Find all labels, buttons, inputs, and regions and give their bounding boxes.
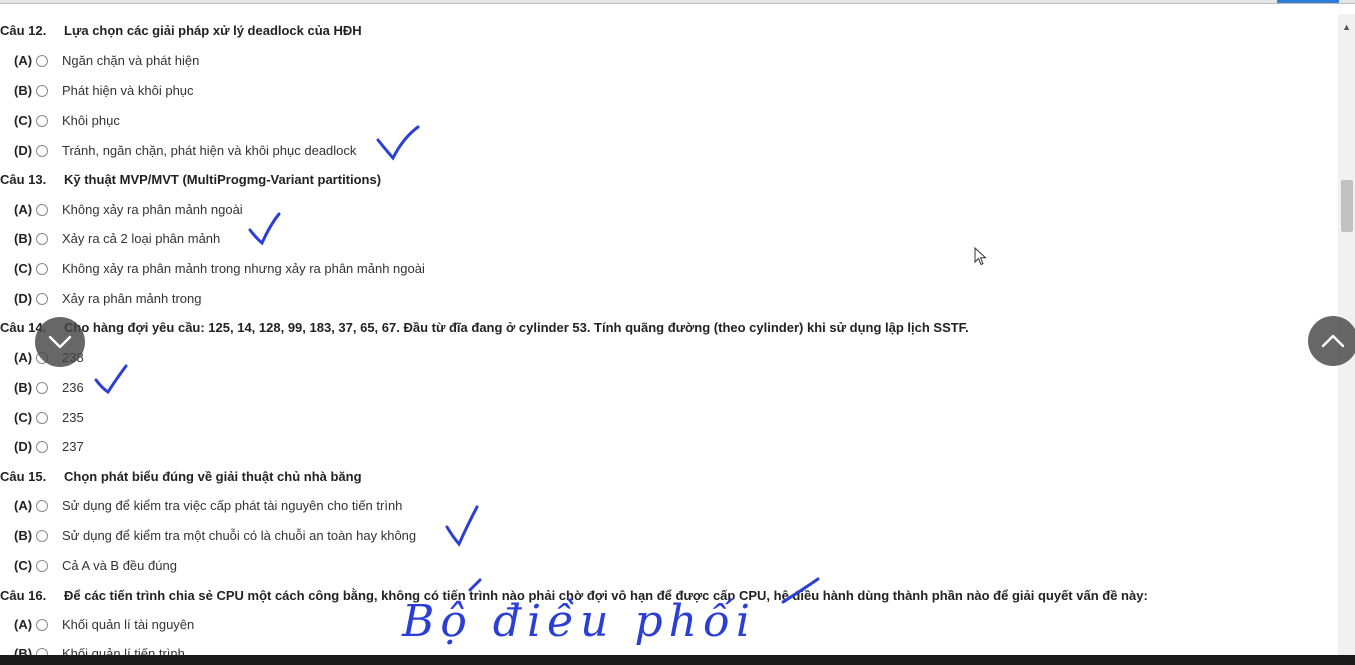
chevron-up-icon <box>1321 334 1345 348</box>
question-number: Câu 15. <box>0 469 47 484</box>
question-16-option-a[interactable]: (A) Khối quản lí tài nguyên <box>14 617 194 632</box>
option-text: Xảy ra phân mảnh trong <box>62 291 202 306</box>
checkmark-q13 <box>248 212 281 246</box>
scroll-down-button[interactable] <box>35 317 85 367</box>
question-13-option-c[interactable]: (C) Không xảy ra phân mảnh trong nhưng xả… <box>14 261 425 276</box>
checkmark-q15 <box>445 505 479 547</box>
option-text: Sử dụng để kiểm tra việc cấp phát tài ng… <box>62 498 403 513</box>
option-radio[interactable] <box>36 84 48 97</box>
handwritten-answer: Bộ điều phối <box>402 596 756 647</box>
option-radio[interactable] <box>36 144 48 157</box>
scroll-up-button[interactable] <box>1308 316 1355 366</box>
question-15-option-b[interactable]: (B) Sử dụng để kiểm tra một chuỗi có là c… <box>14 528 416 543</box>
option-radio[interactable] <box>36 381 48 394</box>
option-letter: (A) <box>14 350 33 365</box>
question-12-option-c[interactable]: (C) Khôi phục <box>14 113 120 128</box>
option-radio[interactable] <box>36 203 48 216</box>
question-text: Lựa chọn các giải pháp xử lý deadlock củ… <box>64 23 362 38</box>
scrollbar-thumb[interactable] <box>1341 180 1353 232</box>
option-radio[interactable] <box>36 411 48 424</box>
chevron-down-icon <box>48 335 72 349</box>
option-text: Cả A và B đều đúng <box>62 558 177 573</box>
question-13-option-a[interactable]: (A) Không xảy ra phân mảnh ngoài <box>14 202 243 217</box>
option-letter: (C) <box>14 410 33 425</box>
question-14-option-d[interactable]: (D) 237 <box>14 439 84 454</box>
option-letter: (B) <box>14 380 33 395</box>
option-text: 235 <box>62 410 84 425</box>
question-15-option-c[interactable]: (C) Cả A và B đều đúng <box>14 558 177 573</box>
option-radio[interactable] <box>36 262 48 275</box>
option-letter: (D) <box>14 291 33 306</box>
checkmark-q12 <box>376 125 420 161</box>
scroll-up-arrow-icon[interactable]: ▲ <box>1342 22 1351 32</box>
question-text: Chọn phát biểu đúng về giải thuật chủ nh… <box>64 469 362 484</box>
question-number: Câu 13. <box>0 172 47 187</box>
question-12-option-d[interactable]: (D) Tránh, ngăn chặn, phát hiện và khôi p… <box>14 143 356 158</box>
question-number: Câu 12. <box>0 23 47 38</box>
option-letter: (A) <box>14 617 33 632</box>
mouse-cursor-icon <box>974 247 987 266</box>
option-text: Khối quản lí tài nguyên <box>62 617 195 632</box>
option-text: 237 <box>62 439 84 454</box>
option-text: Không xảy ra phân mảnh ngoài <box>62 202 243 217</box>
option-text: 236 <box>62 380 84 395</box>
option-letter: (A) <box>14 498 33 513</box>
option-letter: (A) <box>14 202 33 217</box>
quiz-page: Câu 12. Lựa chọn các giải pháp xử lý dead… <box>0 0 1355 665</box>
question-14-title: Câu 14. Cho hàng đợi yêu cầu: 125, 14, 12… <box>0 320 969 335</box>
question-12-option-b[interactable]: (B) Phát hiện và khôi phục <box>14 83 194 98</box>
question-13-title: Câu 13. Kỹ thuật MVP/MVT (MultiProgmg-Var… <box>0 172 381 187</box>
option-radio[interactable] <box>36 559 48 572</box>
top-toolbar-button[interactable] <box>1277 0 1339 3</box>
option-letter: (B) <box>14 528 33 543</box>
option-radio[interactable] <box>36 114 48 127</box>
option-letter: (C) <box>14 113 33 128</box>
option-letter: (A) <box>14 53 33 68</box>
question-number: Câu 16. <box>0 588 47 603</box>
option-text: Sử dụng để kiểm tra một chuỗi có là chuỗ… <box>62 528 417 543</box>
option-letter: (D) <box>14 143 33 158</box>
question-text: Kỹ thuật MVP/MVT (MultiProgmg-Variant pa… <box>64 172 382 187</box>
question-14-option-c[interactable]: (C) 235 <box>14 410 84 425</box>
option-letter: (D) <box>14 439 33 454</box>
option-radio[interactable] <box>36 529 48 542</box>
option-radio[interactable] <box>36 440 48 453</box>
question-13-option-d[interactable]: (D) Xảy ra phân mảnh trong <box>14 291 201 306</box>
option-radio[interactable] <box>36 54 48 67</box>
question-13-option-b[interactable]: (B) Xảy ra cả 2 loại phân mảnh <box>14 231 220 246</box>
checkmark-q14 <box>94 364 128 395</box>
question-15-option-a[interactable]: (A) Sử dụng để kiểm tra việc cấp phát tài… <box>14 498 402 513</box>
option-letter: (B) <box>14 231 33 246</box>
option-radio[interactable] <box>36 292 48 305</box>
question-text: Cho hàng đợi yêu cầu: 125, 14, 128, 99, … <box>64 320 969 335</box>
option-text: Xảy ra cả 2 loại phân mảnh <box>62 231 221 246</box>
option-text: Khôi phục <box>62 113 120 128</box>
question-12-option-a[interactable]: (A) Ngăn chặn và phát hiện <box>14 53 199 68</box>
option-letter: (C) <box>14 558 33 573</box>
taskbar <box>0 655 1355 665</box>
question-14-option-b[interactable]: (B) 236 <box>14 380 84 395</box>
option-letter: (C) <box>14 261 33 276</box>
option-radio[interactable] <box>36 618 48 631</box>
option-text: Phát hiện và khôi phục <box>62 83 194 98</box>
option-text: Ngăn chặn và phát hiện <box>62 53 200 68</box>
option-text: Không xảy ra phân mảnh trong nhưng xảy r… <box>62 261 425 276</box>
option-radio[interactable] <box>36 232 48 245</box>
question-12-title: Câu 12. Lựa chọn các giải pháp xử lý dead… <box>0 23 362 38</box>
option-letter: (B) <box>14 83 33 98</box>
question-15-title: Câu 15. Chọn phát biểu đúng về giải thuật… <box>0 469 362 484</box>
option-radio[interactable] <box>36 499 48 512</box>
top-toolbar <box>0 0 1355 4</box>
option-text: Tránh, ngăn chặn, phát hiện và khôi phục… <box>62 143 357 158</box>
